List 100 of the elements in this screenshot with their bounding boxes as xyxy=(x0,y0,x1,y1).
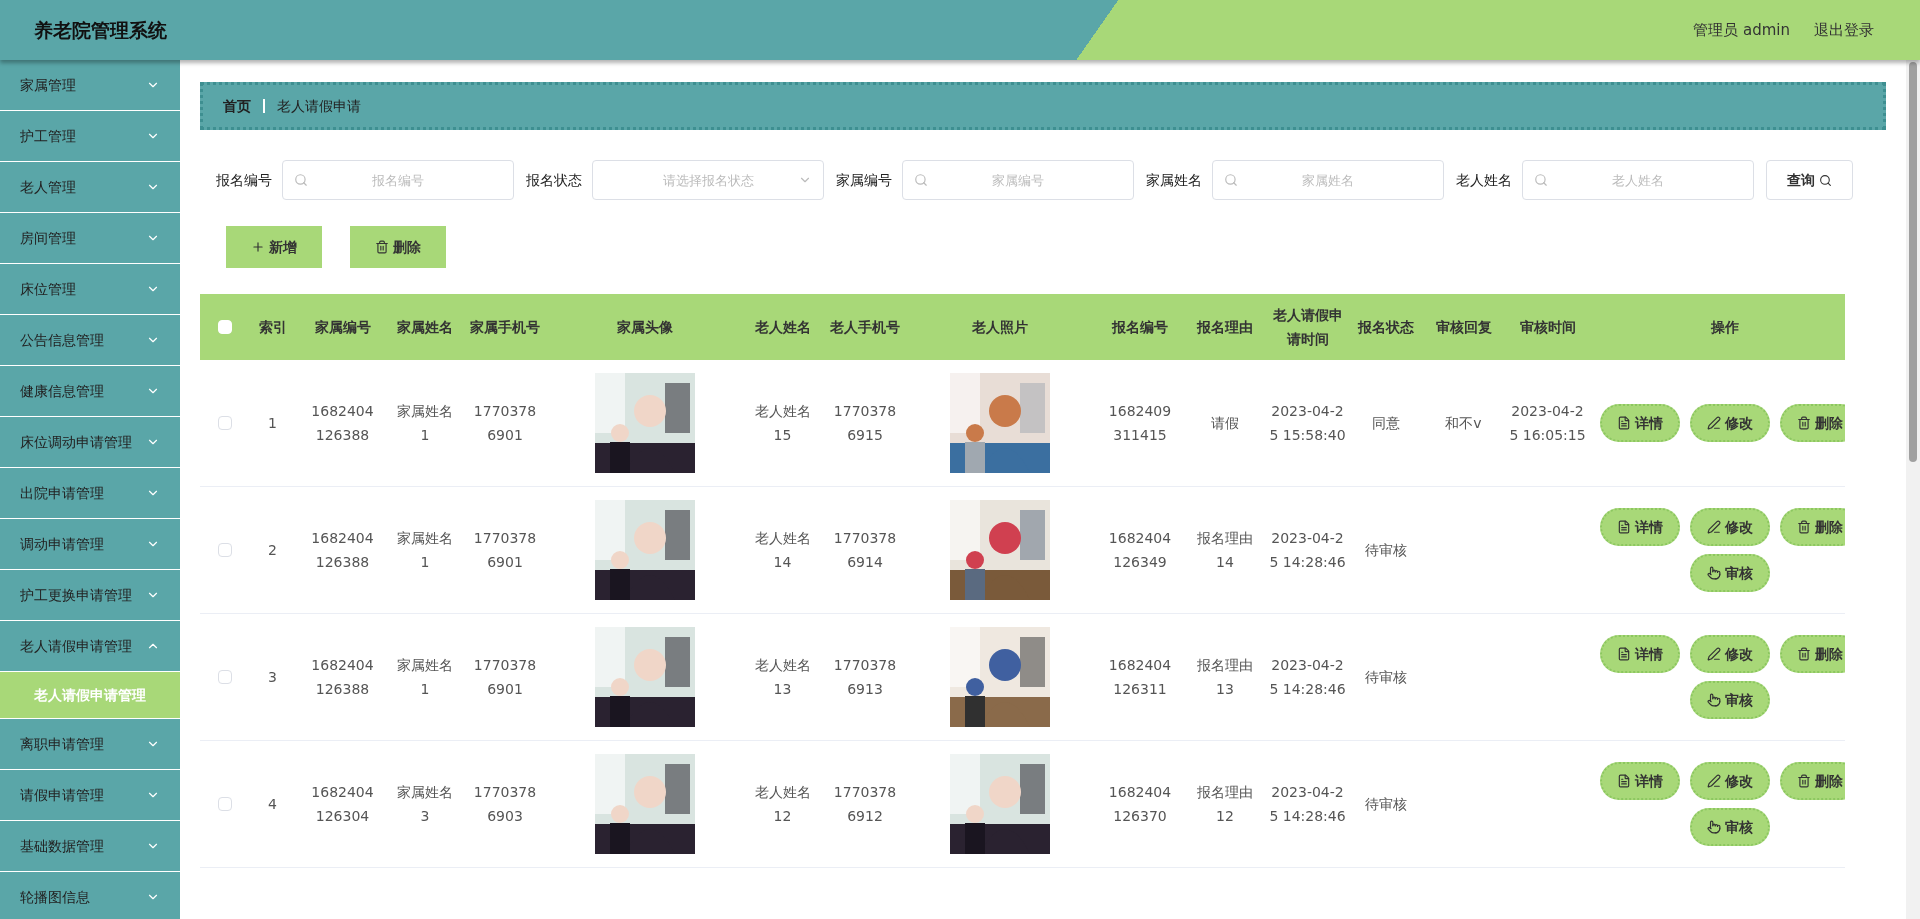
table-cell-text: 家属姓名1 xyxy=(397,656,453,699)
pen-icon xyxy=(1707,520,1721,534)
column-header: 家属姓名 xyxy=(397,318,453,337)
column-header: 报名状态 xyxy=(1358,318,1414,337)
detail-button[interactable]: 详情 xyxy=(1600,404,1680,442)
delete-button[interactable]: 删除 xyxy=(1780,508,1845,546)
column-header: 审核回复 xyxy=(1435,318,1492,337)
filter-label: 家属编号 xyxy=(836,170,892,190)
checkbox[interactable] xyxy=(218,416,232,430)
trash-icon xyxy=(1797,647,1811,661)
detail-button[interactable]: 详情 xyxy=(1600,508,1680,546)
table-cell-text: 老人姓名13 xyxy=(754,656,811,699)
trash-icon xyxy=(1797,774,1811,788)
logout-link[interactable]: 退出登录 xyxy=(1814,18,1874,42)
pen-icon xyxy=(1707,416,1721,430)
checkbox[interactable] xyxy=(218,670,232,684)
column-header: 老人请假申请时间 xyxy=(1271,306,1344,349)
edit-button[interactable]: 修改 xyxy=(1690,508,1770,546)
pen-icon xyxy=(1707,774,1721,788)
table-cell-text: 报名理由14 xyxy=(1197,529,1253,572)
search-icon xyxy=(294,173,308,187)
search-field[interactable]: 家属编号 xyxy=(902,160,1134,200)
table-cell-text: 17703786901 xyxy=(473,656,537,699)
table-cell-text: 4 xyxy=(268,795,277,814)
trash-icon xyxy=(1797,520,1811,534)
table-cell-text: 待审核 xyxy=(1365,668,1407,687)
plus-icon xyxy=(251,240,265,254)
column-header: 家属编号 xyxy=(314,318,371,337)
column-header: 审核时间 xyxy=(1519,318,1576,337)
table-cell-text: 17703786913 xyxy=(833,656,897,699)
column-header: 索引 xyxy=(258,318,287,337)
document-icon xyxy=(1617,416,1631,430)
filter-label: 报名状态 xyxy=(526,170,582,190)
table-cell-text: 17703786901 xyxy=(473,529,537,572)
column-header: 报名编号 xyxy=(1112,318,1168,337)
table-cell-text: 1682404126311 xyxy=(1108,656,1172,699)
table-cell-text: 家属姓名1 xyxy=(397,529,453,572)
column-header: 老人照片 xyxy=(972,318,1028,337)
table-cell-text: 待审核 xyxy=(1365,541,1407,560)
table-cell-text: 17703786914 xyxy=(833,529,897,572)
review-button[interactable]: 审核 xyxy=(1690,808,1770,846)
column-header: 报名理由 xyxy=(1197,318,1253,337)
table-cell-text: 2023-04-25 16:05:15 xyxy=(1509,402,1586,445)
table-cell-text: 1682404126370 xyxy=(1108,783,1172,826)
table-cell-text: 1682409311415 xyxy=(1108,402,1172,445)
table-cell-text: 17703786912 xyxy=(833,783,897,826)
status-select[interactable]: 请选择报名状态 xyxy=(592,160,824,200)
delete-button[interactable]: 删除 xyxy=(1780,762,1845,800)
hand-icon xyxy=(1707,566,1721,580)
checkbox[interactable] xyxy=(218,543,232,557)
search-icon xyxy=(914,173,928,187)
breadcrumb-link[interactable]: 老人请假申请 xyxy=(277,95,361,117)
user-label: 管理员 admin xyxy=(1693,19,1790,41)
table-cell-text: 报名理由12 xyxy=(1197,783,1253,826)
filter-label: 家属姓名 xyxy=(1146,170,1202,190)
column-header: 老人姓名 xyxy=(754,318,811,337)
table-cell-text: 1 xyxy=(268,414,277,433)
table-cell-text: 请假 xyxy=(1211,414,1239,433)
table-cell-text: 1682404126349 xyxy=(1108,529,1172,572)
filter-label: 老人姓名 xyxy=(1456,170,1512,190)
table-cell-text: 同意 xyxy=(1372,414,1400,433)
edit-button[interactable]: 修改 xyxy=(1690,404,1770,442)
review-button[interactable]: 审核 xyxy=(1690,554,1770,592)
search-icon xyxy=(1534,173,1548,187)
breadcrumb-link[interactable]: 首页 xyxy=(223,95,251,117)
table-cell-text: 报名理由13 xyxy=(1197,656,1253,699)
search-field[interactable]: 报名编号 xyxy=(282,160,514,200)
scrollbar-thumb[interactable] xyxy=(1909,62,1917,462)
delete-button[interactable]: 删除 xyxy=(1780,404,1845,442)
table-cell-text: 1682404126388 xyxy=(311,529,374,572)
table-cell-text: 老人姓名14 xyxy=(754,529,811,572)
column-header: 操作 xyxy=(1711,318,1739,337)
table-cell-text: 老人姓名15 xyxy=(754,402,811,445)
table-cell-text: 1682404126304 xyxy=(311,783,374,826)
table-cell-text: 1682404126388 xyxy=(311,656,374,699)
pen-icon xyxy=(1707,647,1721,661)
table-cell-text: 家属姓名3 xyxy=(397,783,453,826)
search-field[interactable]: 老人姓名 xyxy=(1522,160,1754,200)
table-cell-text: 17703786915 xyxy=(833,402,897,445)
column-header: 家属头像 xyxy=(617,318,673,337)
table-cell-text: 家属姓名1 xyxy=(397,402,453,445)
table-cell-text: 3 xyxy=(268,668,277,687)
edit-button[interactable]: 修改 xyxy=(1690,635,1770,673)
edit-button[interactable]: 修改 xyxy=(1690,762,1770,800)
search-button[interactable]: 查询 xyxy=(1766,160,1853,200)
table-cell-text: 2023-04-25 15:58:40 xyxy=(1269,402,1346,445)
table-cell-text: 2023-04-25 14:28:46 xyxy=(1269,529,1346,572)
detail-button[interactable]: 详情 xyxy=(1600,762,1680,800)
delete-button[interactable]: 删除 xyxy=(1780,635,1845,673)
review-button[interactable]: 审核 xyxy=(1690,681,1770,719)
table-cell-text: 待审核 xyxy=(1365,795,1407,814)
hand-icon xyxy=(1707,693,1721,707)
checkbox[interactable] xyxy=(218,797,232,811)
search-icon xyxy=(1224,173,1238,187)
detail-button[interactable]: 详情 xyxy=(1600,635,1680,673)
table-cell-text: 1682404126388 xyxy=(311,402,374,445)
column-header: 家属手机号 xyxy=(470,318,540,337)
search-field[interactable]: 家属姓名 xyxy=(1212,160,1444,200)
document-icon xyxy=(1617,647,1631,661)
column-header: 老人手机号 xyxy=(830,318,900,337)
